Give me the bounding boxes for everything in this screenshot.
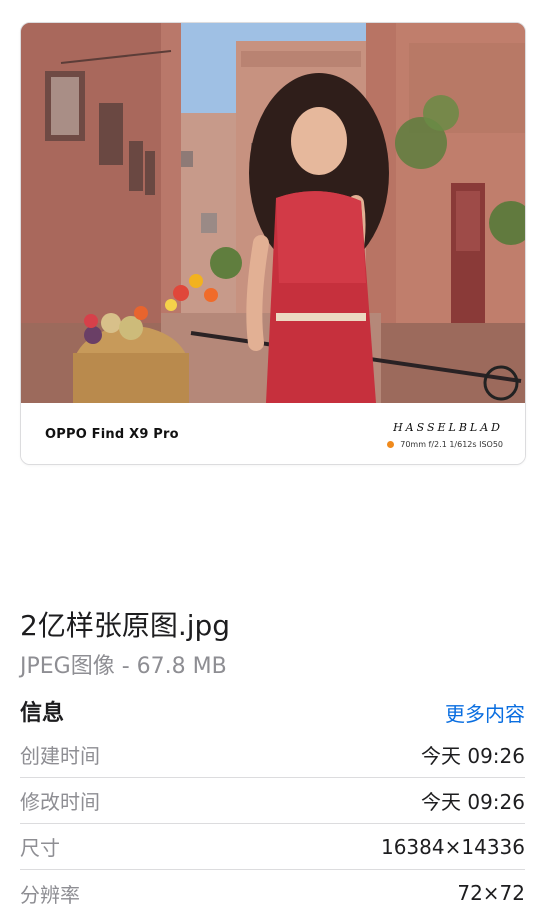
file-type-size: JPEG图像 - 67.8 MB xyxy=(20,654,227,679)
exif-info: 70mm f/2.1 1/612s ISO50 xyxy=(387,440,503,449)
info-row-created: 创建时间 今天 09:26 xyxy=(20,732,525,778)
image-preview-card: OPPO Find X9 Pro HASSELBLAD 70mm f/2.1 1… xyxy=(20,22,526,465)
info-value: 今天 09:26 xyxy=(421,790,525,814)
info-value: 今天 09:26 xyxy=(421,744,525,768)
info-row-dimensions: 尺寸 16384×14336 xyxy=(20,824,525,870)
info-value: 72×72 xyxy=(457,881,525,905)
info-label: 修改时间 xyxy=(20,790,100,814)
more-content-link[interactable]: 更多内容 xyxy=(445,698,525,727)
exif-text: 70mm f/2.1 1/612s ISO50 xyxy=(400,440,503,449)
photo-preview[interactable] xyxy=(21,23,526,403)
file-name: 2亿样张原图.jpg xyxy=(20,609,231,642)
info-section-heading: 信息 xyxy=(20,701,65,726)
hasselblad-logo: HASSELBLAD xyxy=(393,421,503,434)
info-label: 分辨率 xyxy=(20,882,80,907)
info-row-resolution: 分辨率 72×72 xyxy=(20,870,525,916)
info-label: 创建时间 xyxy=(20,744,100,768)
info-label: 尺寸 xyxy=(20,836,60,860)
info-list: 创建时间 今天 09:26 修改时间 今天 09:26 尺寸 16384×143… xyxy=(20,732,525,916)
info-value: 16384×14336 xyxy=(380,834,525,859)
info-row-modified: 修改时间 今天 09:26 xyxy=(20,778,525,824)
dot-icon xyxy=(387,441,395,448)
watermark-bar: OPPO Find X9 Pro HASSELBLAD 70mm f/2.1 1… xyxy=(21,403,525,464)
device-model-label: OPPO Find X9 Pro xyxy=(45,427,179,442)
